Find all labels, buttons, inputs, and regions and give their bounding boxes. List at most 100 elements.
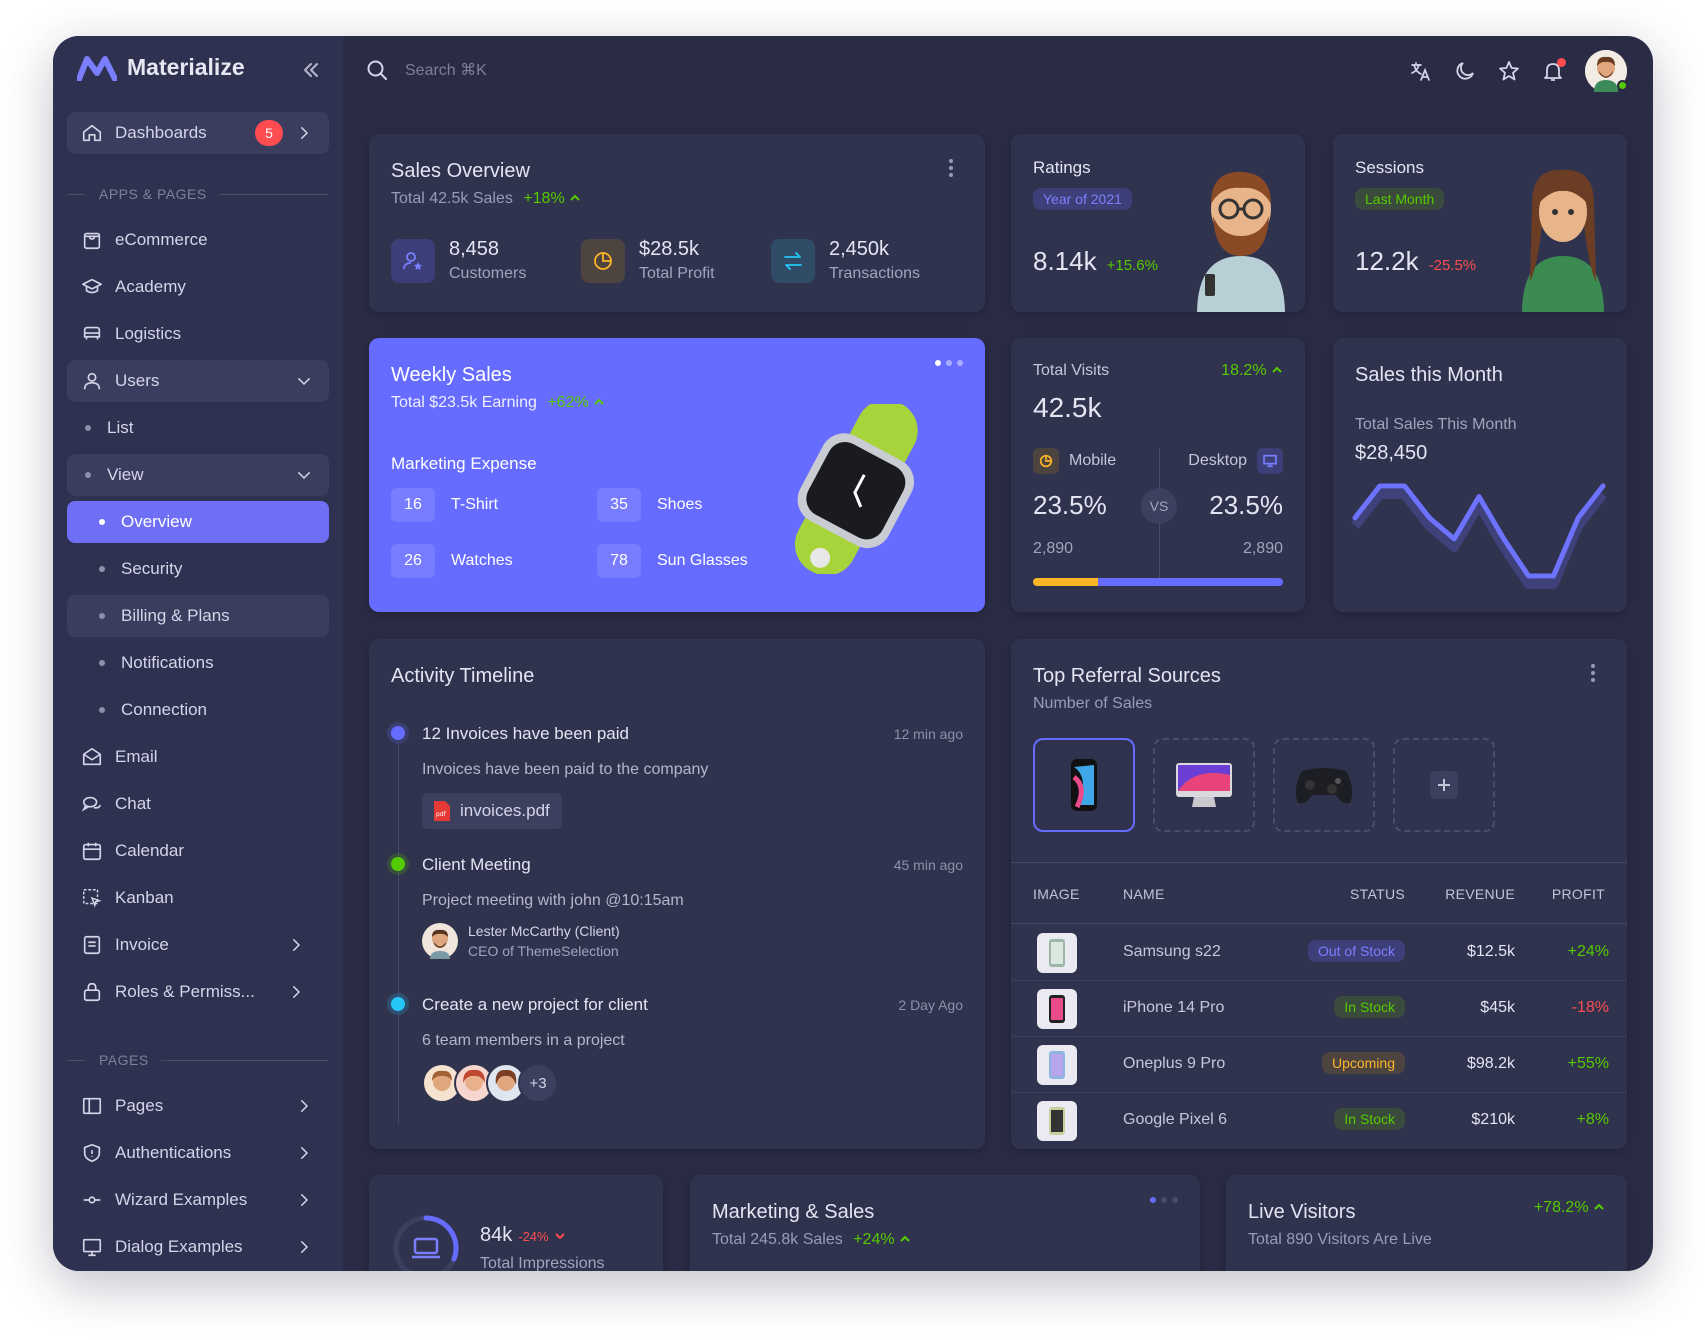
product-name: iPhone 14 Pro bbox=[1123, 999, 1225, 1016]
sidebar-item-label: Wizard Examples bbox=[115, 1190, 248, 1209]
card-title: Weekly Sales bbox=[391, 364, 512, 386]
chevron-right-icon bbox=[301, 1194, 309, 1206]
moon-icon[interactable] bbox=[1453, 59, 1477, 83]
notifications-button[interactable] bbox=[1541, 58, 1566, 83]
stat-label: Customers bbox=[449, 265, 527, 282]
event-title: Create a new project for client bbox=[422, 995, 648, 1014]
carousel-dot[interactable] bbox=[1172, 1197, 1178, 1203]
sidebar-item-pages[interactable]: Pages bbox=[67, 1085, 329, 1127]
search-input[interactable]: Search ⌘K bbox=[405, 60, 487, 80]
invoice-icon bbox=[81, 934, 103, 956]
sidebar-item-connection[interactable]: Connection bbox=[67, 689, 329, 731]
avatar[interactable] bbox=[1585, 50, 1628, 92]
sidebar-item-email[interactable]: Email bbox=[67, 736, 329, 778]
brand[interactable]: Materialize bbox=[77, 54, 245, 81]
bullet-icon bbox=[85, 425, 91, 431]
carousel-dot-active[interactable] bbox=[1150, 1197, 1156, 1203]
live-visitors-card: Live Visitors Total 890 Visitors Are Liv… bbox=[1226, 1175, 1627, 1271]
card-subtitle: Total 890 Visitors Are Live bbox=[1248, 1231, 1432, 1248]
sidebar-item-label: Dashboards bbox=[115, 123, 207, 142]
sidebar-item-label: Pages bbox=[115, 1096, 164, 1115]
sidebar-item-authentications[interactable]: Authentications bbox=[67, 1132, 329, 1174]
sidebar-item-notifications[interactable]: Notifications bbox=[67, 642, 329, 684]
pdf-icon: pdf bbox=[434, 801, 450, 821]
sidebar-item-academy[interactable]: Academy bbox=[67, 266, 329, 308]
more-members-badge[interactable]: +3 bbox=[518, 1063, 558, 1103]
sidebar-item-ecommerce[interactable]: eCommerce bbox=[67, 219, 329, 261]
sidebar-item-dialog[interactable]: Dialog Examples bbox=[67, 1226, 329, 1268]
more-options-icon[interactable] bbox=[941, 158, 961, 178]
carousel-dot[interactable] bbox=[957, 360, 963, 366]
source-tab-console[interactable] bbox=[1273, 738, 1375, 832]
table-row[interactable]: Oneplus 9 Pro Upcoming $98.2k +55% bbox=[1011, 1037, 1627, 1093]
mobile-label: Mobile bbox=[1069, 452, 1117, 469]
bullet-icon bbox=[99, 566, 105, 572]
svg-text:pdf: pdf bbox=[436, 811, 447, 818]
table-row[interactable]: Samsung s22 Out of Stock $12.5k +24% bbox=[1011, 925, 1627, 981]
sidebar-item-billing[interactable]: Billing & Plans bbox=[67, 595, 329, 637]
mobile-percent: 23.5% bbox=[1033, 490, 1107, 520]
attachment-chip[interactable]: pdf invoices.pdf bbox=[422, 793, 562, 829]
vs-badge: VS bbox=[1141, 488, 1177, 524]
chevron-up-icon bbox=[1272, 366, 1282, 373]
event-time: 2 Day Ago bbox=[898, 997, 963, 1013]
card-title: Total Visits bbox=[1033, 362, 1110, 379]
sidebar-item-kanban[interactable]: Kanban bbox=[67, 877, 329, 919]
column-header: STATUS bbox=[1350, 886, 1405, 902]
carousel-dot[interactable] bbox=[1161, 1197, 1167, 1203]
sidebar-item-roles[interactable]: Roles & Permiss... bbox=[67, 971, 329, 1013]
woman-illustration bbox=[1522, 169, 1604, 312]
expense-item: 26 Watches bbox=[391, 544, 513, 578]
carousel-dot[interactable] bbox=[946, 360, 952, 366]
year-chip: Year of 2021 bbox=[1033, 188, 1132, 210]
profit-value: -18% bbox=[1571, 999, 1609, 1016]
sidebar-item-label: Users bbox=[115, 371, 160, 390]
sidebar-item-label: Kanban bbox=[115, 888, 174, 907]
revenue-value: $45k bbox=[1480, 999, 1515, 1016]
sidebar-item-dashboards[interactable]: Dashboards 5 bbox=[67, 112, 329, 154]
sidebar-item-label: Chat bbox=[115, 794, 151, 813]
change-value: -25.5% bbox=[1428, 257, 1477, 274]
source-tab-mobile[interactable] bbox=[1033, 738, 1135, 832]
timeline-dot bbox=[391, 997, 405, 1011]
search-bar[interactable]: Search ⌘K bbox=[365, 58, 487, 82]
sidebar-item-calendar[interactable]: Calendar bbox=[67, 830, 329, 872]
sidebar-item-label: Notifications bbox=[121, 653, 214, 672]
chevron-right-icon bbox=[293, 939, 301, 951]
client-role: CEO of ThemeSelection bbox=[468, 943, 619, 959]
table-row[interactable]: iPhone 14 Pro In Stock $45k -18% bbox=[1011, 981, 1627, 1037]
bullet-icon bbox=[99, 613, 105, 619]
kanban-icon bbox=[81, 887, 103, 909]
product-thumbnail bbox=[1037, 1101, 1077, 1141]
sidebar-item-chat[interactable]: Chat bbox=[67, 783, 329, 825]
sidebar-item-users[interactable]: Users bbox=[67, 360, 329, 402]
carousel-indicators[interactable] bbox=[1150, 1197, 1178, 1203]
star-icon[interactable] bbox=[1497, 59, 1521, 83]
sidebar-item-wizard[interactable]: Wizard Examples bbox=[67, 1179, 329, 1221]
source-tab-desktop[interactable] bbox=[1153, 738, 1255, 832]
sidebar-item-view[interactable]: View bbox=[67, 454, 329, 496]
add-source-button[interactable] bbox=[1393, 738, 1495, 832]
sales-overview-card: Sales Overview Total 42.5k Sales +18% 8,… bbox=[369, 134, 985, 312]
sidebar-item-security[interactable]: Security bbox=[67, 548, 329, 590]
visits-value: 42.5k bbox=[1033, 392, 1102, 423]
section-label: Marketing Expense bbox=[391, 454, 537, 473]
change-value: +18% bbox=[523, 190, 565, 207]
collapse-sidebar-icon[interactable] bbox=[299, 58, 323, 82]
sidebar-item-label: Connection bbox=[121, 700, 208, 719]
table-row[interactable]: Google Pixel 6 In Stock $210k +8% bbox=[1011, 1093, 1627, 1149]
sidebar-item-overview[interactable]: Overview bbox=[67, 501, 329, 543]
carousel-dot-active[interactable] bbox=[935, 360, 941, 366]
smartphone-icon bbox=[1071, 759, 1097, 811]
timeline-connector bbox=[398, 1015, 399, 1125]
more-options-icon[interactable] bbox=[1583, 663, 1603, 683]
expense-count: 16 bbox=[391, 488, 435, 522]
translate-icon[interactable] bbox=[1409, 59, 1433, 83]
carousel-indicators[interactable] bbox=[935, 360, 963, 366]
sidebar-item-list[interactable]: List bbox=[67, 407, 329, 449]
chat-icon bbox=[81, 793, 103, 815]
timeline-dot bbox=[391, 726, 405, 740]
event-time: 45 min ago bbox=[893, 857, 963, 873]
sidebar-item-invoice[interactable]: Invoice bbox=[67, 924, 329, 966]
sidebar-item-logistics[interactable]: Logistics bbox=[67, 313, 329, 355]
